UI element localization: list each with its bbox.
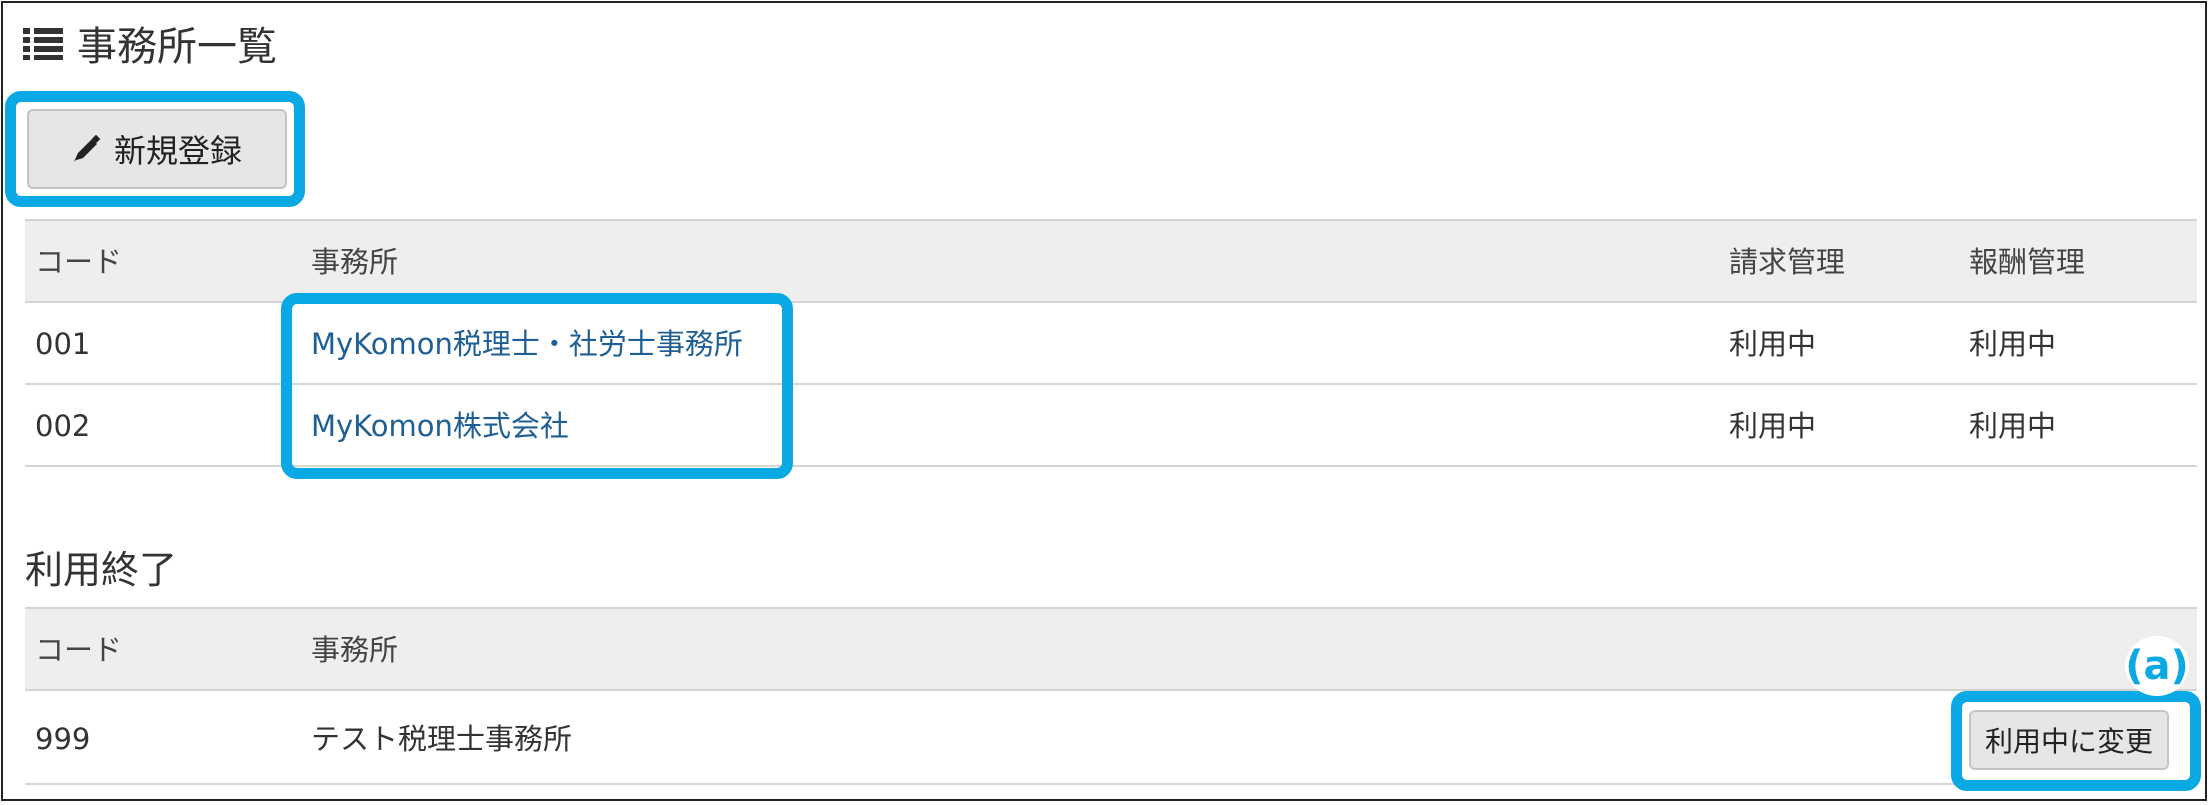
row-code: 001 bbox=[35, 327, 91, 361]
fee-status: 利用中 bbox=[1969, 409, 2057, 443]
activate-button-label: 利用中に変更 bbox=[1984, 725, 2153, 758]
annotation-marker: (a) bbox=[2125, 636, 2189, 696]
billing-status: 利用中 bbox=[1729, 327, 1817, 361]
change-to-active-button[interactable]: 利用中に変更 bbox=[1969, 710, 2169, 770]
page-frame: 事務所一覧 新規登録 コード 事務所 請求管理 報酬管理 001 MyKomon… bbox=[1, 1, 2207, 801]
pencil-icon bbox=[73, 134, 101, 162]
col-header-office: 事務所 bbox=[311, 633, 399, 667]
row-divider bbox=[25, 783, 2197, 785]
ended-section-title: 利用終了 bbox=[25, 548, 178, 592]
page-title: 事務所一覧 bbox=[23, 17, 277, 70]
ended-office-name: テスト税理士事務所 bbox=[311, 722, 573, 756]
row-code: 002 bbox=[35, 409, 91, 443]
col-header-code: コード bbox=[35, 633, 123, 667]
list-icon bbox=[23, 28, 63, 60]
page-title-text: 事務所一覧 bbox=[77, 24, 277, 70]
row-code: 999 bbox=[35, 722, 91, 756]
office-links-highlight bbox=[281, 293, 793, 479]
col-header-code: コード bbox=[35, 245, 123, 279]
new-button-label: 新規登録 bbox=[113, 132, 242, 170]
fee-status: 利用中 bbox=[1969, 327, 2057, 361]
billing-status: 利用中 bbox=[1729, 409, 1817, 443]
col-header-billing: 請求管理 bbox=[1729, 245, 1846, 279]
new-registration-button[interactable]: 新規登録 bbox=[27, 109, 287, 189]
col-header-fee: 報酬管理 bbox=[1969, 245, 2086, 279]
col-header-office: 事務所 bbox=[311, 245, 399, 279]
